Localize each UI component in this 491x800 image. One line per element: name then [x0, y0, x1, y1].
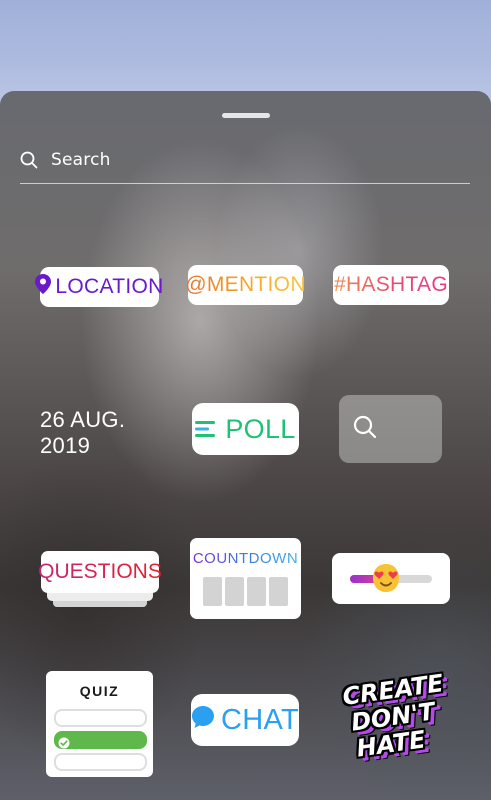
quiz-option-correct — [54, 731, 147, 749]
location-pin-icon — [35, 274, 52, 300]
countdown-digit-box — [225, 577, 244, 606]
poll-lines-icon — [195, 414, 217, 445]
hashtag-sticker[interactable]: #HASHTAG — [333, 265, 449, 305]
search-icon — [20, 151, 38, 169]
search-bar[interactable]: Search — [20, 137, 470, 184]
quiz-sticker[interactable]: QUIZ — [46, 671, 153, 777]
countdown-sticker[interactable]: COUNTDOWN — [190, 538, 301, 619]
emoji-slider-sticker[interactable] — [332, 553, 450, 604]
questions-sticker-label: QUESTIONS — [38, 560, 162, 583]
search-input[interactable]: Search — [51, 150, 111, 170]
quiz-title: QUIZ — [79, 683, 120, 699]
create-dont-hate-sticker[interactable]: CREATE DON'T HATE — [330, 669, 452, 771]
check-icon — [58, 734, 70, 753]
chat-sticker[interactable]: CHAT — [191, 694, 299, 746]
drag-handle[interactable] — [222, 113, 270, 118]
questions-card: QUESTIONS — [38, 551, 162, 593]
quiz-option — [54, 753, 147, 771]
countdown-title: COUNTDOWN — [192, 550, 299, 567]
mention-sticker[interactable]: @MENTION — [185, 265, 306, 305]
countdown-digit-box — [247, 577, 266, 606]
questions-sticker[interactable]: QUESTIONS — [38, 551, 162, 607]
mention-sticker-label: @MENTION — [185, 273, 306, 296]
search-icon — [353, 415, 377, 443]
quiz-option — [54, 709, 147, 727]
sticker-tray: Search LOCATION @MENTION #HASHTAG 26 AUG… — [0, 91, 491, 800]
heart-eyes-emoji-icon — [370, 563, 402, 597]
chat-sticker-label: CHAT — [221, 703, 299, 736]
poll-sticker-label: POLL — [225, 413, 296, 444]
countdown-digit-box — [269, 577, 288, 606]
date-sticker[interactable]: 26 AUG. 2019 — [40, 407, 165, 458]
location-sticker[interactable]: LOCATION — [35, 267, 163, 307]
gif-search-sticker[interactable] — [339, 395, 442, 463]
location-sticker-label: LOCATION — [55, 275, 164, 298]
countdown-digit-box — [203, 577, 222, 606]
poll-sticker[interactable]: POLL — [192, 403, 299, 455]
chat-bubble-icon — [191, 704, 215, 737]
hashtag-sticker-label: #HASHTAG — [333, 273, 449, 296]
date-sticker-label: 26 AUG. 2019 — [40, 407, 126, 458]
